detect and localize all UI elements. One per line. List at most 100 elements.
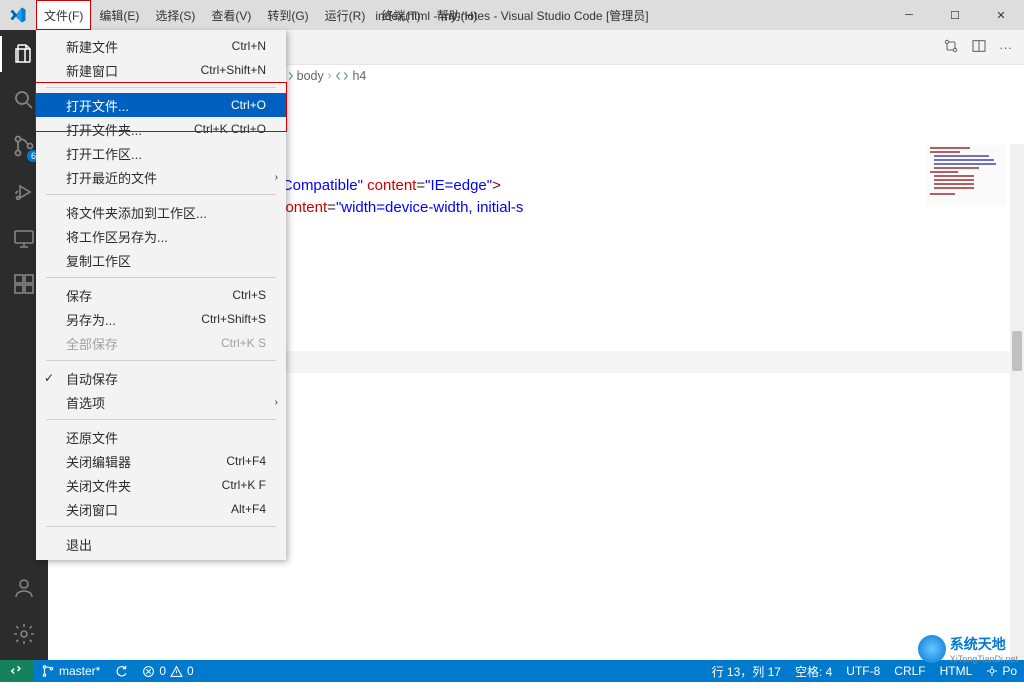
menu-separator <box>46 360 276 361</box>
more-actions-icon[interactable]: ··· <box>999 40 1012 55</box>
chevron-right-icon: › <box>275 172 278 183</box>
minimize-button[interactable]: ─ <box>886 0 932 30</box>
scrollbar-thumb[interactable] <box>1012 331 1022 371</box>
chevron-right-icon: › <box>275 397 278 408</box>
explorer-icon[interactable] <box>10 40 38 68</box>
menu-item-label: 复制工作区 <box>66 251 131 270</box>
menu-item-全部保存[interactable]: 全部保存 Ctrl+K S <box>36 331 286 355</box>
menu-item-shortcut: Ctrl+Shift+N <box>201 63 266 77</box>
menu-item-label: 关闭文件夹 <box>66 476 131 495</box>
extensions-icon[interactable] <box>10 270 38 298</box>
menu-item-打开最近的文件[interactable]: 打开最近的文件 › <box>36 165 286 189</box>
status-bar: master* 0 0 行 13，列 17 空格: 4 UTF-8 CRLF H… <box>0 660 1024 682</box>
menu-separator <box>46 194 276 195</box>
menu-separator <box>46 87 276 88</box>
run-debug-icon[interactable] <box>10 178 38 206</box>
menu-item-label: 保存 <box>66 286 92 305</box>
split-editor-icon[interactable] <box>971 38 987 57</box>
status-problems[interactable]: 0 0 <box>135 660 200 682</box>
menu-edit[interactable]: 编辑(E) <box>91 0 147 30</box>
menu-item-另存为[interactable]: 另存为... Ctrl+Shift+S <box>36 307 286 331</box>
menu-item-shortcut: Ctrl+K F <box>222 478 266 492</box>
file-menu-dropdown: 新建文件Ctrl+N新建窗口Ctrl+Shift+N打开文件...Ctrl+O打… <box>36 30 286 560</box>
titlebar: 文件(F) 编辑(E) 选择(S) 查看(V) 转到(G) 运行(R) 终端(T… <box>0 0 1024 30</box>
menu-item-打开文件[interactable]: 打开文件... Ctrl+O <box>36 93 286 117</box>
menu-item-关闭编辑器[interactable]: 关闭编辑器 Ctrl+F4 <box>36 449 286 473</box>
breadcrumb-body[interactable]: body <box>280 69 324 83</box>
menu-item-shortcut: Ctrl+K S <box>221 336 266 350</box>
menu-go[interactable]: 转到(G) <box>259 0 316 30</box>
menu-item-shortcut: Ctrl+Shift+S <box>201 312 266 326</box>
status-cursor-position[interactable]: 行 13，列 17 <box>705 660 788 682</box>
menu-item-shortcut: Alt+F4 <box>231 502 266 516</box>
vertical-scrollbar[interactable] <box>1010 144 1024 660</box>
compare-changes-icon[interactable] <box>943 38 959 57</box>
remote-explorer-icon[interactable] <box>10 224 38 252</box>
search-icon[interactable] <box>10 86 38 114</box>
menu-item-label: 自动保存 <box>66 369 118 388</box>
menu-item-shortcut: Ctrl+O <box>231 98 266 112</box>
menu-item-label: 打开工作区... <box>66 144 142 163</box>
menu-item-将工作区另存为[interactable]: 将工作区另存为... <box>36 224 286 248</box>
menu-file[interactable]: 文件(F) <box>36 0 91 30</box>
check-icon: ✓ <box>44 371 54 385</box>
menu-item-shortcut: Ctrl+S <box>232 288 266 302</box>
menu-item-shortcut: Ctrl+N <box>232 39 266 53</box>
status-indentation[interactable]: 空格: 4 <box>788 660 839 682</box>
menu-item-label: 关闭编辑器 <box>66 452 131 471</box>
minimap[interactable] <box>926 145 1006 205</box>
menu-item-还原文件[interactable]: 还原文件 <box>36 425 286 449</box>
watermark-logo-icon <box>918 635 946 663</box>
maximize-button[interactable]: ☐ <box>932 0 978 30</box>
menu-item-shortcut: Ctrl+F4 <box>226 454 266 468</box>
menu-item-关闭文件夹[interactable]: 关闭文件夹 Ctrl+K F <box>36 473 286 497</box>
menu-item-退出[interactable]: 退出 <box>36 532 286 556</box>
status-encoding[interactable]: UTF-8 <box>839 660 887 682</box>
menu-item-label: 新建窗口 <box>66 61 118 80</box>
menu-item-保存[interactable]: 保存 Ctrl+S <box>36 283 286 307</box>
menu-item-label: 将工作区另存为... <box>66 227 168 246</box>
menu-item-label: 打开文件... <box>66 96 129 115</box>
menu-separator <box>46 419 276 420</box>
menu-item-label: 新建文件 <box>66 37 118 56</box>
remote-indicator[interactable] <box>0 660 34 682</box>
app-icon <box>0 0 36 30</box>
menu-item-label: 打开文件夹... <box>66 120 142 139</box>
source-control-icon[interactable]: 6 <box>10 132 38 160</box>
menu-item-label: 另存为... <box>66 310 116 329</box>
menu-item-打开文件夹[interactable]: 打开文件夹... Ctrl+K Ctrl+O <box>36 117 286 141</box>
menu-separator <box>46 277 276 278</box>
menu-item-shortcut: Ctrl+K Ctrl+O <box>194 122 266 136</box>
menu-item-label: 还原文件 <box>66 428 118 447</box>
menu-run[interactable]: 运行(R) <box>317 0 374 30</box>
menu-item-打开工作区[interactable]: 打开工作区... <box>36 141 286 165</box>
menu-item-首选项[interactable]: 首选项 › <box>36 390 286 414</box>
watermark-url: XiTongTianDi.net <box>950 654 1018 664</box>
window-controls: ─ ☐ ✕ <box>886 0 1024 30</box>
menu-item-自动保存[interactable]: ✓ 自动保存 <box>36 366 286 390</box>
menu-item-关闭窗口[interactable]: 关闭窗口 Alt+F4 <box>36 497 286 521</box>
menu-item-label: 全部保存 <box>66 334 118 353</box>
chevron-right-icon: › <box>328 70 332 82</box>
watermark-title: 系统天地 <box>950 634 1018 654</box>
status-sync[interactable] <box>107 660 135 682</box>
window-title: index.html - my-notes - Visual Studio Co… <box>375 7 648 24</box>
close-button[interactable]: ✕ <box>978 0 1024 30</box>
accounts-icon[interactable] <box>10 574 38 602</box>
settings-icon[interactable] <box>10 620 38 648</box>
menu-item-新建文件[interactable]: 新建文件 Ctrl+N <box>36 34 286 58</box>
menu-item-label: 打开最近的文件 <box>66 168 157 187</box>
menu-item-label: 首选项 <box>66 393 105 412</box>
menu-view[interactable]: 查看(V) <box>203 0 259 30</box>
menu-item-将文件夹添加到工作区[interactable]: 将文件夹添加到工作区... <box>36 200 286 224</box>
menu-item-label: 将文件夹添加到工作区... <box>66 203 207 222</box>
breadcrumb-h4[interactable]: h4 <box>335 69 366 83</box>
menu-item-新建窗口[interactable]: 新建窗口 Ctrl+Shift+N <box>36 58 286 82</box>
menu-item-label: 关闭窗口 <box>66 500 118 519</box>
menu-item-复制工作区[interactable]: 复制工作区 <box>36 248 286 272</box>
menu-item-label: 退出 <box>66 535 92 554</box>
editor-actions: ··· <box>943 30 1024 64</box>
status-branch[interactable]: master* <box>34 660 107 682</box>
watermark: 系统天地 XiTongTianDi.net <box>918 634 1018 664</box>
menu-selection[interactable]: 选择(S) <box>147 0 203 30</box>
